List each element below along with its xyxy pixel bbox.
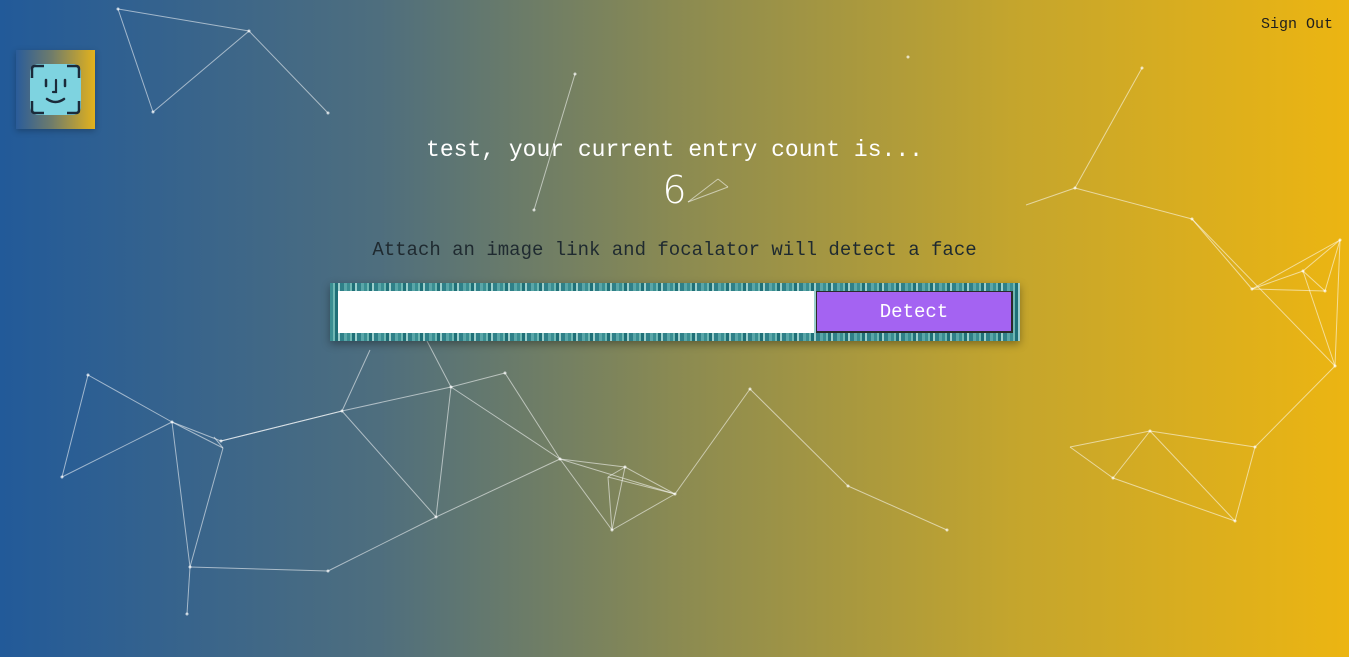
image-url-form: Detect	[330, 283, 1020, 341]
sign-out-link[interactable]: Sign Out	[1261, 16, 1333, 33]
logo	[16, 50, 95, 129]
entry-count-value: 6	[662, 168, 687, 212]
entry-count-greeting: test, your current entry count is...	[426, 137, 923, 163]
face-id-icon	[30, 64, 81, 115]
image-url-input[interactable]	[338, 291, 814, 333]
detect-button[interactable]: Detect	[816, 291, 1013, 333]
detect-instructions: Attach an image link and focalator will …	[372, 239, 977, 261]
